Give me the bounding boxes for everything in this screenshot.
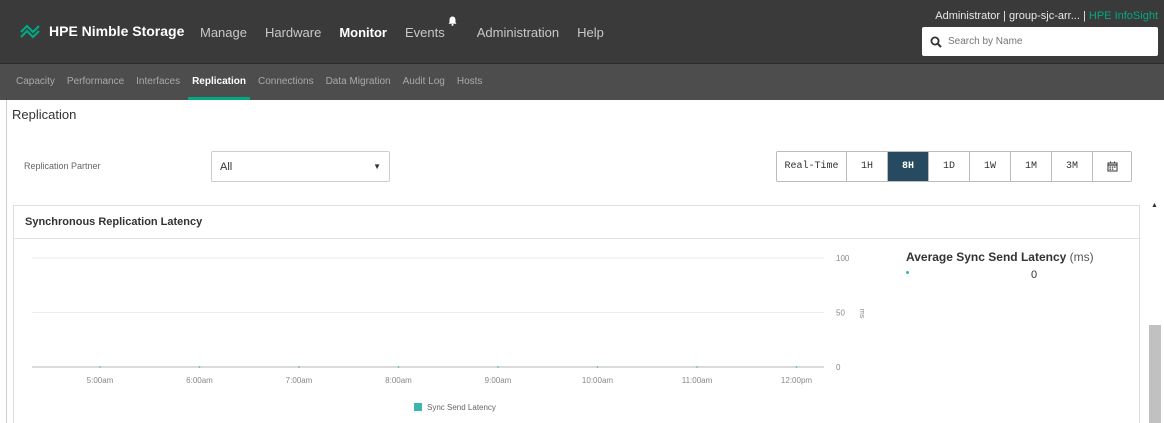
legend-label: Sync Send Latency <box>427 403 496 412</box>
x-tick-label: 8:00am <box>385 376 412 385</box>
main-nav: Manage Hardware Monitor Events Administr… <box>200 16 622 40</box>
tab-performance[interactable]: Performance <box>67 76 124 87</box>
avg-latency-unit: (ms) <box>1069 250 1094 264</box>
nav-manage[interactable]: Manage <box>200 25 247 40</box>
latency-panel: Synchronous Replication Latency 100 50 0 ms… <box>13 205 1140 423</box>
brand-logo[interactable]: HPE Nimble Storage <box>20 22 184 40</box>
tab-replication[interactable]: Replication <box>188 76 250 100</box>
nav-events-label: Events <box>405 25 445 40</box>
range-1w[interactable]: 1W <box>970 152 1011 181</box>
page-title: Replication <box>12 107 77 122</box>
sub-nav: Capacity Performance Interfaces Replicat… <box>0 64 1164 100</box>
avg-latency-title: Average Sync Send Latency <box>906 250 1067 264</box>
range-1h[interactable]: 1H <box>847 152 888 181</box>
user-separator: | <box>1079 10 1089 22</box>
scrollbar[interactable]: ▲ <box>1148 200 1162 423</box>
scroll-thumb[interactable] <box>1149 325 1161 423</box>
tab-hosts[interactable]: Hosts <box>457 76 483 87</box>
tab-connections[interactable]: Connections <box>258 76 314 87</box>
brand-name: HPE Nimble Storage <box>49 23 185 39</box>
x-tick-label: 11:00am <box>682 376 713 385</box>
x-tick-label: 12:00pm <box>781 376 812 385</box>
user-menu[interactable]: Administrator | group-sjc-arr... <box>935 10 1080 22</box>
data-point <box>596 366 599 368</box>
partner-select[interactable]: All ▼ <box>211 151 390 182</box>
search-box[interactable] <box>922 27 1158 56</box>
avg-latency-legend: Average Sync Send Latency (ms) <box>906 250 1094 264</box>
monitor-tabs: Capacity Performance Interfaces Replicat… <box>16 76 494 100</box>
range-realtime[interactable]: Real-Time <box>777 152 847 181</box>
partner-label: Replication Partner <box>24 161 101 171</box>
tab-audit-log[interactable]: Audit Log <box>403 76 445 87</box>
nav-help[interactable]: Help <box>577 25 604 40</box>
content-border <box>6 100 7 423</box>
x-tick-label: 10:00am <box>582 376 613 385</box>
tab-capacity[interactable]: Capacity <box>16 76 55 87</box>
infosight-link[interactable]: HPE InfoSight <box>1089 10 1158 22</box>
nav-hardware[interactable]: Hardware <box>265 25 321 40</box>
search-icon <box>930 36 942 48</box>
x-tick-label: 9:00am <box>485 376 512 385</box>
time-range-selector: Real-Time 1H 8H 1D 1W 1M 3M <box>776 151 1132 182</box>
y-axis-label: ms <box>858 309 865 319</box>
x-tick-label: 6:00am <box>186 376 213 385</box>
data-point <box>99 366 101 368</box>
x-tick-label: 7:00am <box>286 376 313 385</box>
data-point <box>696 366 698 368</box>
scroll-up-icon[interactable]: ▲ <box>1151 202 1158 209</box>
tab-data-migration[interactable]: Data Migration <box>326 76 391 87</box>
data-point <box>397 366 400 368</box>
nimble-logo-icon <box>20 24 40 39</box>
tab-interfaces[interactable]: Interfaces <box>136 76 180 87</box>
panel-title: Synchronous Replication Latency <box>14 206 1139 239</box>
nav-events[interactable]: Events <box>405 16 457 40</box>
data-point <box>497 366 499 368</box>
bell-icon <box>448 16 457 26</box>
data-point <box>795 366 798 368</box>
data-point <box>198 366 201 368</box>
range-1d[interactable]: 1D <box>929 152 970 181</box>
y-tick-label: 100 <box>836 254 850 263</box>
data-point <box>298 366 300 368</box>
range-1m[interactable]: 1M <box>1011 152 1052 181</box>
nav-administration[interactable]: Administration <box>477 25 559 40</box>
avg-latency-value: 0 <box>1031 269 1038 281</box>
y-tick-label: 0 <box>836 363 841 372</box>
calendar-icon <box>1107 161 1117 172</box>
range-8h[interactable]: 8H <box>888 152 929 181</box>
user-info: Administrator | group-sjc-arr... | HPE I… <box>935 10 1158 22</box>
top-header: HPE Nimble Storage Manage Hardware Monit… <box>0 0 1164 64</box>
partner-select-value: All <box>220 160 233 173</box>
y-tick-label: 50 <box>836 309 845 318</box>
range-3m[interactable]: 3M <box>1052 152 1093 181</box>
calendar-button[interactable] <box>1093 152 1131 181</box>
latency-chart: 100 50 0 ms 5:00am 6:00am 7:00am 8:00am 9:00am 10… <box>32 254 865 412</box>
caret-down-icon: ▼ <box>373 162 381 171</box>
legend-swatch <box>414 403 422 411</box>
series-color-dot <box>906 271 909 274</box>
nav-monitor[interactable]: Monitor <box>339 25 387 40</box>
search-input[interactable] <box>948 36 1148 47</box>
x-tick-label: 5:00am <box>87 376 114 385</box>
